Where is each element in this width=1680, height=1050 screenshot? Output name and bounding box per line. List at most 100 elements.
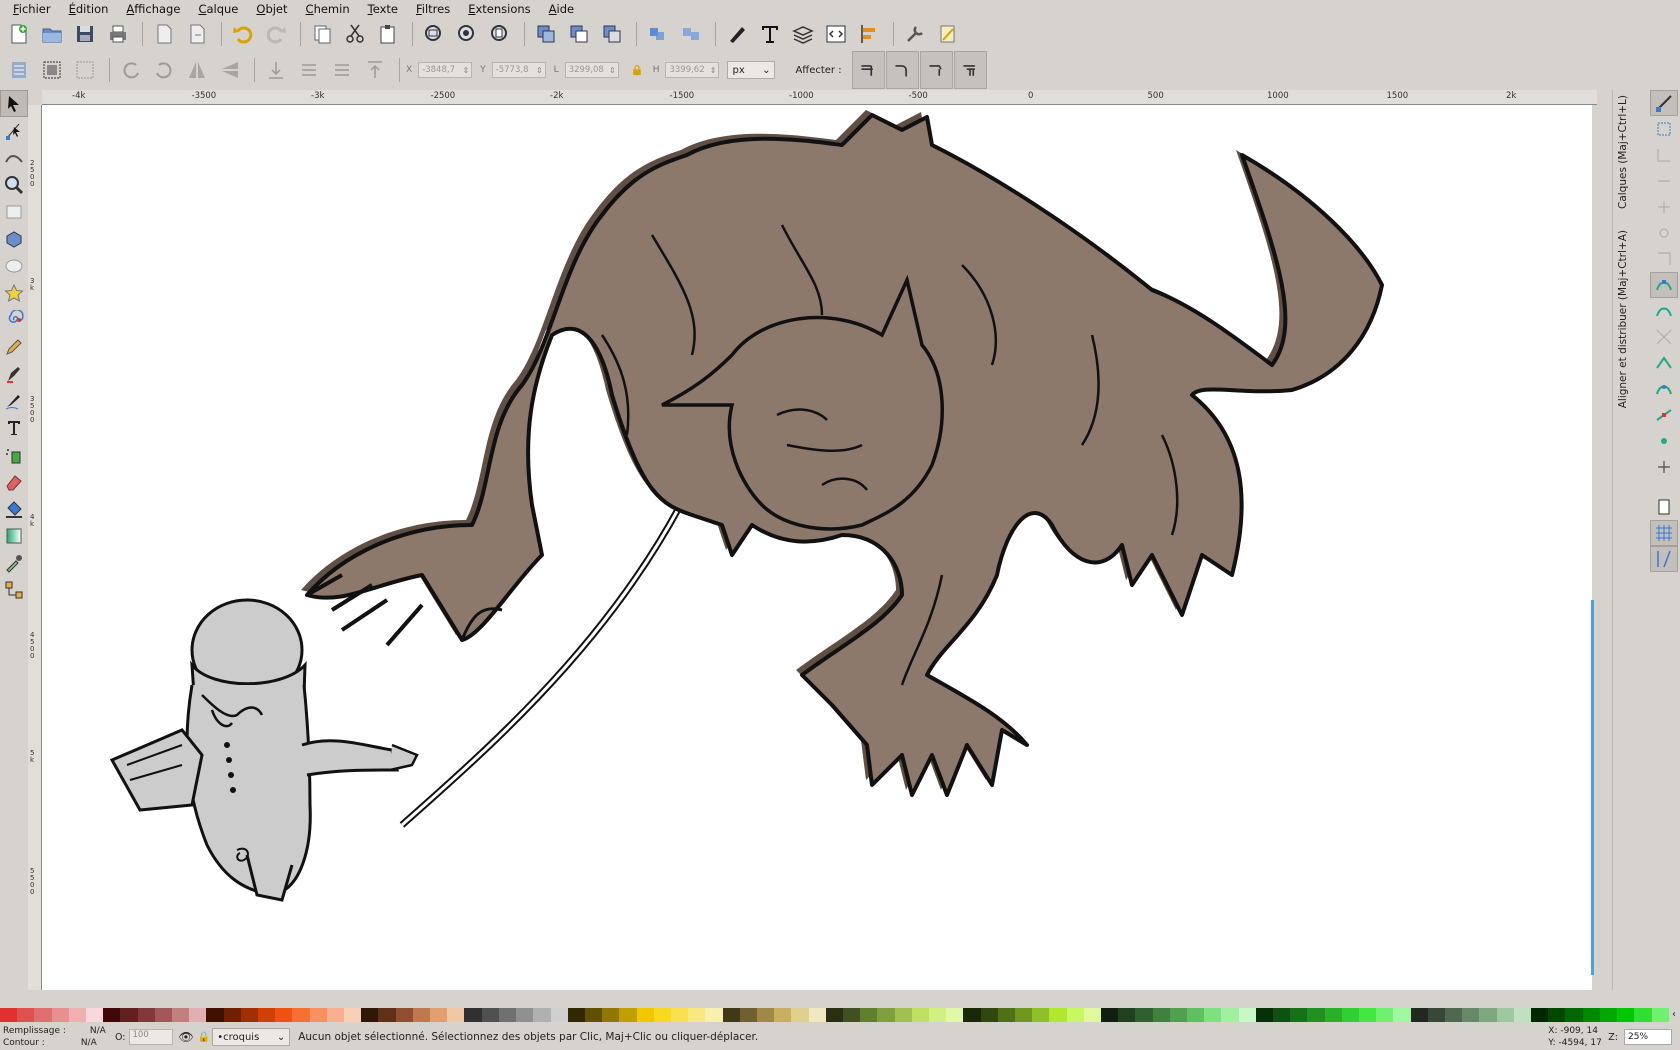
color-swatch[interactable] xyxy=(154,1008,173,1022)
color-swatch[interactable] xyxy=(911,1008,929,1022)
color-swatch[interactable] xyxy=(1479,1008,1497,1022)
select-all-layers-button[interactable] xyxy=(37,55,67,85)
affect-stroke-width-button[interactable] xyxy=(851,51,885,89)
save-button[interactable] xyxy=(70,19,100,49)
preferences-button[interactable] xyxy=(900,19,930,49)
duplicate-button[interactable] xyxy=(531,19,561,49)
height-field[interactable]: H 3399,62 xyxy=(653,62,720,78)
color-swatch[interactable] xyxy=(516,1008,534,1022)
tab-align-distribute[interactable]: Aligner et distribuer (Maj+Ctrl+A) xyxy=(1617,230,1629,408)
export-button[interactable] xyxy=(182,19,212,49)
snap-bbox-corners-button[interactable] xyxy=(1650,168,1678,194)
raise-to-top-button[interactable] xyxy=(360,55,390,85)
color-swatch[interactable] xyxy=(1462,1008,1480,1022)
fill-stroke-button[interactable] xyxy=(722,19,752,49)
color-swatch[interactable] xyxy=(619,1008,637,1022)
color-swatch[interactable] xyxy=(498,1008,517,1022)
menu-fichier[interactable]: Fichier xyxy=(4,2,60,16)
color-swatch[interactable] xyxy=(1582,1008,1600,1022)
spray-tool[interactable] xyxy=(0,441,28,468)
snap-guides-button[interactable] xyxy=(1650,546,1678,572)
gradient-tool[interactable] xyxy=(0,522,28,549)
color-swatch[interactable] xyxy=(344,1008,362,1022)
selector-tool[interactable] xyxy=(0,90,28,117)
color-swatch[interactable] xyxy=(1445,1008,1463,1022)
color-swatch[interactable] xyxy=(1101,1008,1119,1022)
color-swatch[interactable] xyxy=(309,1008,327,1022)
snap-midpoints-button[interactable] xyxy=(1650,402,1678,428)
snap-rotation-center-button[interactable] xyxy=(1650,454,1678,480)
color-swatch[interactable] xyxy=(206,1008,224,1022)
color-swatch[interactable] xyxy=(172,1008,190,1022)
color-swatch[interactable] xyxy=(1393,1008,1411,1022)
opacity-input[interactable]: 100 xyxy=(128,1029,173,1045)
color-swatch[interactable] xyxy=(1376,1008,1394,1022)
snap-smooth-nodes-button[interactable] xyxy=(1650,376,1678,402)
ungroup-button[interactable] xyxy=(676,19,706,49)
color-swatch[interactable] xyxy=(997,1008,1015,1022)
color-swatch[interactable] xyxy=(1273,1008,1291,1022)
layers-button[interactable] xyxy=(788,19,818,49)
color-swatch[interactable] xyxy=(223,1008,241,1022)
color-swatch[interactable] xyxy=(1014,1008,1033,1022)
menu-calque[interactable]: Calque xyxy=(189,2,247,16)
affect-gradients-button[interactable] xyxy=(919,51,953,89)
snap-bbox-edges-button[interactable] xyxy=(1650,142,1678,168)
color-swatch[interactable] xyxy=(842,1008,861,1022)
unit-select[interactable]: px ⌄ xyxy=(727,61,776,79)
align-distribute-button[interactable] xyxy=(854,19,884,49)
color-swatch[interactable] xyxy=(670,1008,689,1022)
color-swatch[interactable] xyxy=(1548,1008,1566,1022)
color-swatch[interactable] xyxy=(928,1008,947,1022)
color-swatch[interactable] xyxy=(86,1008,104,1022)
opacity-field[interactable]: O: 100 xyxy=(115,1029,173,1045)
height-input[interactable]: 3399,62 xyxy=(665,62,720,78)
zoom-field[interactable]: Z: 25% xyxy=(1608,1029,1672,1045)
color-swatch[interactable] xyxy=(1410,1008,1428,1022)
affect-corners-button[interactable] xyxy=(885,51,919,89)
group-button[interactable] xyxy=(643,19,673,49)
paint-bucket-tool[interactable] xyxy=(0,495,28,522)
color-swatch[interactable] xyxy=(1187,1008,1205,1022)
print-button[interactable] xyxy=(103,19,133,49)
snap-object-centers-button[interactable] xyxy=(1650,428,1678,454)
zoom-selection-button[interactable] xyxy=(419,19,449,49)
color-swatch[interactable] xyxy=(602,1008,620,1022)
menu-extensions[interactable]: Extensions xyxy=(459,2,539,16)
menu-aide[interactable]: Aide xyxy=(540,2,583,16)
zoom-page-button[interactable] xyxy=(485,19,515,49)
import-button[interactable] xyxy=(149,19,179,49)
color-swatch[interactable] xyxy=(1255,1008,1274,1022)
fill-stroke-indicator[interactable]: Remplissage : N/A Contour : N/A xyxy=(0,1025,115,1049)
color-swatch[interactable] xyxy=(1118,1008,1136,1022)
y-input[interactable]: -5773,8 xyxy=(491,62,546,78)
color-swatch[interactable] xyxy=(1531,1008,1549,1022)
color-swatch[interactable] xyxy=(1565,1008,1583,1022)
color-swatch[interactable] xyxy=(1307,1008,1325,1022)
color-swatch[interactable] xyxy=(1204,1008,1222,1022)
color-swatch[interactable] xyxy=(1496,1008,1514,1022)
color-swatch[interactable] xyxy=(688,1008,706,1022)
copy-button[interactable] xyxy=(307,19,337,49)
color-swatch[interactable] xyxy=(791,1008,809,1022)
color-swatch[interactable] xyxy=(1152,1008,1170,1022)
color-palette[interactable] xyxy=(0,1008,1669,1022)
color-swatch[interactable] xyxy=(17,1008,35,1022)
width-field[interactable]: L 3299,08 xyxy=(554,62,619,78)
color-swatch[interactable] xyxy=(1427,1008,1446,1022)
color-swatch[interactable] xyxy=(808,1008,826,1022)
color-swatch[interactable] xyxy=(51,1008,69,1022)
snap-page-border-button[interactable] xyxy=(1650,246,1678,272)
raise-button[interactable] xyxy=(327,55,357,85)
y-field[interactable]: Y -5773,8 xyxy=(480,62,546,78)
color-swatch[interactable] xyxy=(395,1008,413,1022)
color-swatch[interactable] xyxy=(550,1008,568,1022)
color-swatch[interactable] xyxy=(1066,1008,1084,1022)
snap-nodes-button[interactable] xyxy=(1650,272,1678,298)
unlink-clone-button[interactable] xyxy=(597,19,627,49)
star-tool[interactable] xyxy=(0,279,28,306)
node-tool[interactable] xyxy=(0,117,28,144)
text-font-button[interactable] xyxy=(755,19,785,49)
tab-layers[interactable]: Calques (Maj+Ctrl+L) xyxy=(1617,95,1629,209)
snap-grid-button[interactable] xyxy=(1650,520,1678,546)
